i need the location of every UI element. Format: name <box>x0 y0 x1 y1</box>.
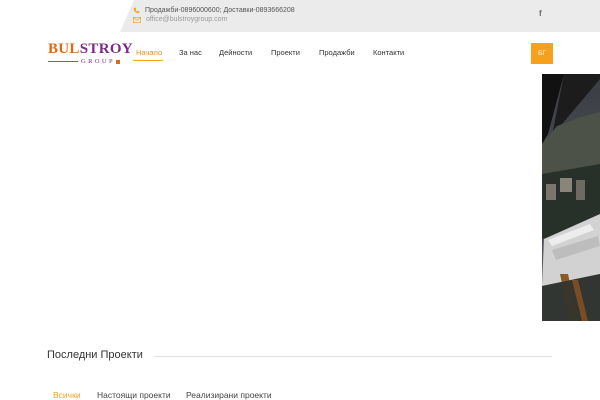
filter-current-projects[interactable]: Настоящи проекти <box>97 390 171 400</box>
logo-sub: GROUP <box>48 58 133 65</box>
language-button[interactable]: БГ <box>531 43 553 64</box>
hero-slider-image[interactable] <box>542 74 600 321</box>
nav-item-projects[interactable]: Проекти <box>271 48 300 57</box>
top-bar-wedge <box>120 0 134 32</box>
phone-text: Продажби-0896000600; Доставки-0893666208 <box>145 7 295 14</box>
envelope-icon <box>133 16 141 23</box>
logo-part-orange: BUL <box>48 41 80 57</box>
logo-group-text: GROUP <box>81 58 116 65</box>
email-contact[interactable]: office@bulstroygroup.com <box>133 16 227 23</box>
facebook-icon[interactable]: f <box>539 9 542 18</box>
nav-item-about[interactable]: За нас <box>179 48 202 57</box>
email-link[interactable]: office@bulstroygroup.com <box>146 16 227 23</box>
logo-part-purple: STROY <box>79 41 133 57</box>
logo-line <box>48 61 78 62</box>
phone-contact: Продажби-0896000600; Доставки-0893666208 <box>133 7 295 14</box>
section-title: Последни Проекти <box>47 349 143 361</box>
phone-icon <box>133 7 140 14</box>
nav-active-underline <box>133 60 163 61</box>
top-bar-left-panel <box>0 0 120 32</box>
logo-wordmark: BULSTROY <box>48 42 133 57</box>
section-divider <box>154 356 552 357</box>
nav-item-sales[interactable]: Продажби <box>319 48 355 57</box>
nav-item-home[interactable]: Начало <box>136 48 162 57</box>
nav-item-contacts[interactable]: Контакти <box>373 48 404 57</box>
logo-square <box>116 59 121 64</box>
filter-all[interactable]: Всички <box>53 390 81 400</box>
site-logo[interactable]: BULSTROY GROUP <box>48 42 133 65</box>
filter-completed-projects[interactable]: Реализирани проекти <box>186 390 272 400</box>
nav-item-activities[interactable]: Дейности <box>219 48 252 57</box>
